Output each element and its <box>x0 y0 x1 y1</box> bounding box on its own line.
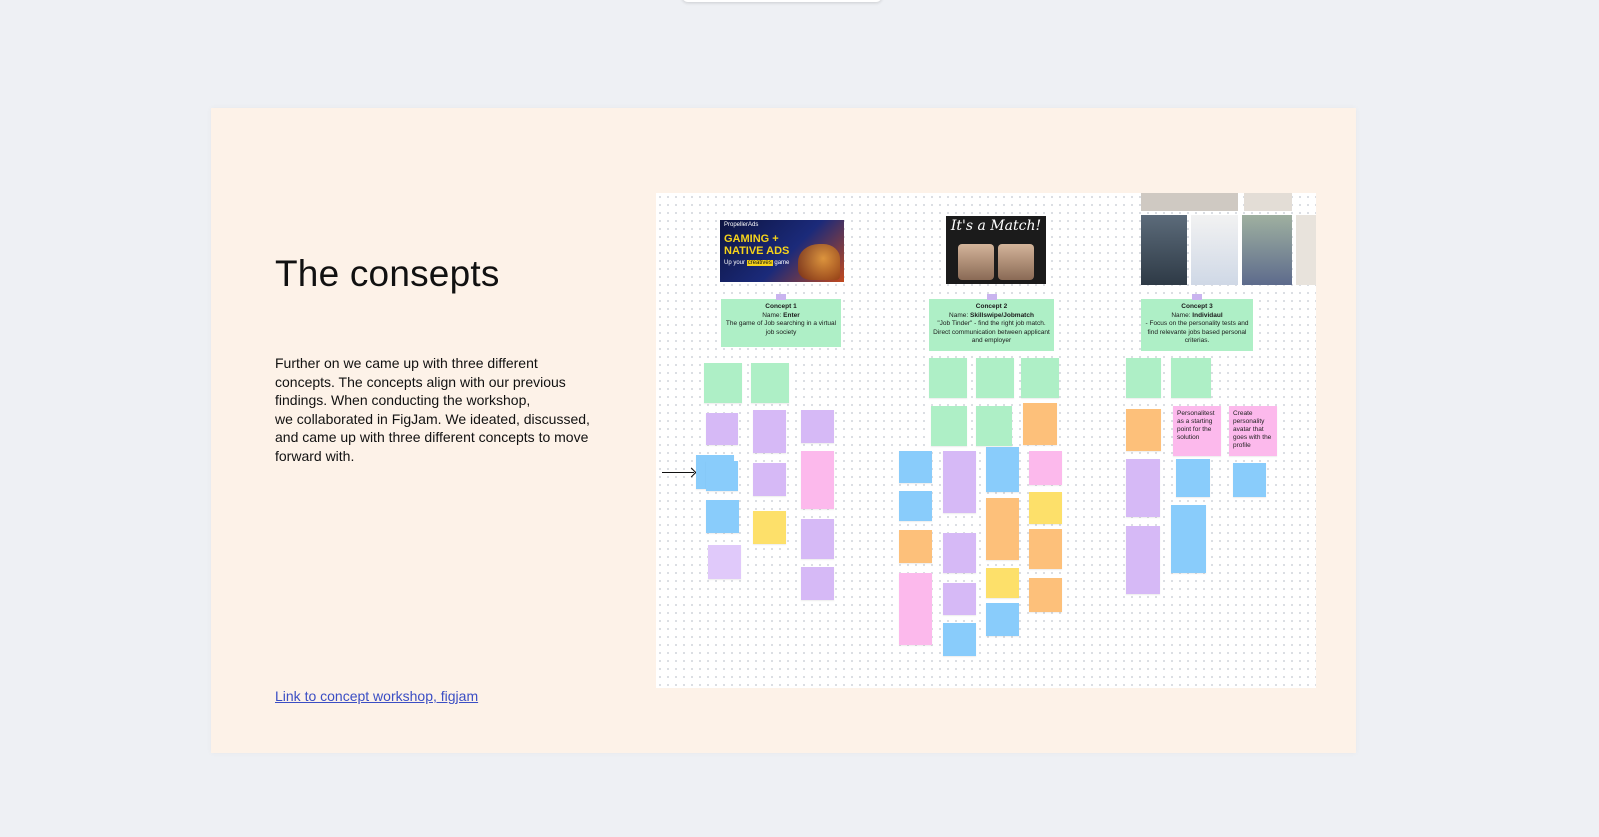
sticky-note <box>1126 459 1160 517</box>
sticky-note <box>1233 463 1266 497</box>
sticky-note <box>1126 526 1160 594</box>
sticky-note <box>1029 451 1062 485</box>
sticky-note <box>929 358 967 398</box>
sticky-note <box>801 519 834 559</box>
photo-thumbnail <box>1242 215 1292 285</box>
concept-name: Name: Skillswipe/Jobmatch <box>949 311 1034 319</box>
match-heading: It's a Match! <box>950 218 1042 234</box>
photo-thumbnail <box>1296 215 1316 285</box>
sticky-note: Personalitest as a starting point for th… <box>1173 406 1221 456</box>
photo-thumbnail <box>1244 193 1292 211</box>
description-line: forward with. <box>275 447 355 464</box>
sticky-note <box>1029 492 1062 524</box>
ad-headline: GAMING + NATIVE ADS <box>724 233 790 257</box>
ad-tagline-suffix: game <box>774 260 790 266</box>
sticky-note <box>1021 358 1059 398</box>
concepts-section: The consepts Further on we came up with … <box>211 108 1356 753</box>
concept-card-1: Concept 1 Name: Enter The game of Job se… <box>721 294 841 347</box>
section-title: The consepts <box>275 253 500 294</box>
ad-brand: PropellerAds <box>724 222 759 228</box>
ad-image: PropellerAds GAMING + NATIVE ADS Up your… <box>720 220 844 282</box>
concept-description: - Focus on the personality tests and fin… <box>1145 320 1249 344</box>
sticky-note <box>801 410 834 443</box>
sticky-note <box>931 406 967 446</box>
sticky-note <box>1126 358 1161 398</box>
sticky-note <box>753 463 786 496</box>
sticky-note <box>801 451 834 509</box>
concept-tag <box>1192 294 1202 300</box>
concept-tag <box>776 294 786 300</box>
sticky-note <box>706 413 738 445</box>
sticky-note <box>706 461 738 491</box>
sticky-note <box>1176 459 1210 497</box>
sticky-note <box>706 500 739 533</box>
figjam-workshop-link[interactable]: Link to concept workshop, figjam <box>275 688 478 704</box>
description-line: and came up with three different concept… <box>275 429 589 445</box>
sticky-note <box>899 491 932 521</box>
sticky-note <box>801 567 834 600</box>
concept-tag <box>986 294 997 300</box>
sticky-note <box>986 498 1019 560</box>
concept-label: Concept 2 <box>975 303 1008 310</box>
sticky-note <box>1029 578 1062 612</box>
photo-thumbnail <box>1191 215 1238 285</box>
sticky-note <box>986 603 1019 636</box>
sticky-note <box>899 530 932 563</box>
sticky-note <box>943 533 976 573</box>
top-tab <box>682 0 882 2</box>
section-description: Further on we came up with three differe… <box>275 354 620 465</box>
sticky-note <box>751 363 789 403</box>
sticky-note <box>899 451 932 483</box>
photo-thumbnail <box>1141 215 1187 285</box>
sticky-note <box>976 406 1012 446</box>
sticky-note <box>1029 529 1062 569</box>
description-line: concepts. The concepts align with our pr… <box>275 373 566 390</box>
sticky-note <box>1171 505 1206 573</box>
sticky-note: Create personality avatar that goes with… <box>1229 406 1277 456</box>
sticky-note <box>704 363 742 403</box>
sticky-note <box>1126 409 1161 451</box>
concept-label: Concept 3 <box>1181 303 1213 310</box>
sticky-note <box>1023 403 1057 445</box>
concept-description: The game of Job searching in a virtual j… <box>725 320 837 336</box>
match-face-left <box>958 244 994 280</box>
match-face-right <box>998 244 1034 280</box>
sticky-note <box>986 447 1019 492</box>
concept-name: Name: Enter <box>762 311 800 319</box>
sticky-note <box>753 410 786 453</box>
figjam-board-image: PropellerAds GAMING + NATIVE ADS Up your… <box>656 193 1316 688</box>
sticky-note <box>943 583 976 615</box>
match-image: It's a Match! <box>946 216 1046 284</box>
ad-tagline: Up your creatives game <box>724 260 789 266</box>
sticky-note <box>1171 358 1211 398</box>
description-line: Further on we came up with three differe… <box>275 355 538 371</box>
concept-description: "Job Tinder" - find the right job match.… <box>933 320 1050 344</box>
sticky-note <box>753 511 786 544</box>
sticky-note <box>899 573 932 645</box>
sticky-note <box>986 568 1019 598</box>
concept-card-3: Concept 3 Name: Individaul - Focus on th… <box>1141 294 1253 351</box>
ad-tagline-highlight: creatives <box>746 260 773 266</box>
description-line: we collaborated in FigJam. We ideated, d… <box>275 410 590 427</box>
sticky-note <box>976 358 1014 398</box>
description-line: findings. When conducting the workshop, <box>275 392 531 408</box>
concept-card-2: Concept 2 Name: Skillswipe/Jobmatch "Job… <box>929 294 1054 351</box>
sticky-note <box>943 623 976 656</box>
arrow-icon <box>662 472 694 473</box>
sticky-note <box>708 545 741 579</box>
photo-thumbnail <box>1141 193 1238 211</box>
concept-label: Concept 1 <box>765 303 797 310</box>
sticky-note <box>943 451 976 513</box>
ad-figure <box>798 244 840 280</box>
concept-name: Name: Individaul <box>1171 311 1223 319</box>
ad-tagline-prefix: Up your <box>724 260 746 266</box>
